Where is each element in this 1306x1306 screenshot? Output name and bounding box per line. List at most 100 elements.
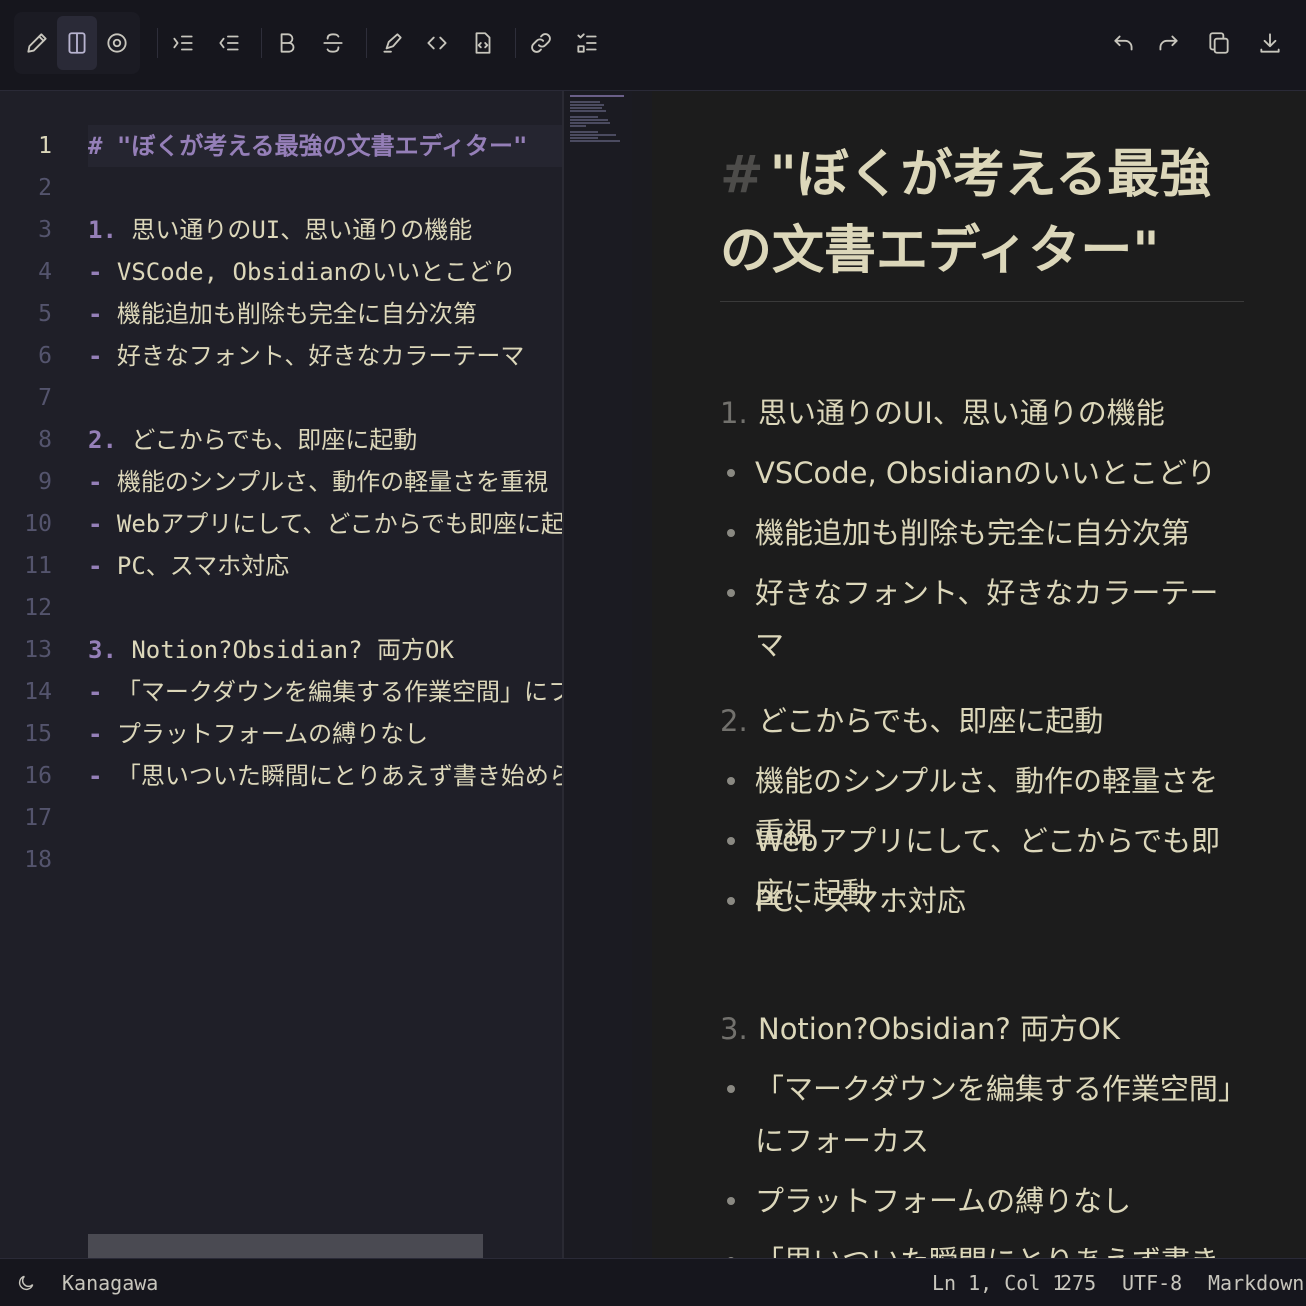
minimap-line — [570, 110, 606, 112]
line-number: 11 — [24, 553, 52, 579]
preview-bullet-text: 「思いついた瞬間にとりあえず書き始められ — [755, 1235, 1245, 1258]
indent-icon[interactable] — [163, 16, 203, 70]
eye-icon[interactable] — [97, 16, 137, 70]
bullet-icon — [727, 1197, 735, 1205]
editor-line[interactable]: - プラットフォームの縛りなし — [88, 713, 562, 755]
list-item-title: どこからでも、即座に起動 — [758, 704, 1104, 738]
editor-line[interactable] — [88, 797, 562, 839]
split-view-icon[interactable] — [57, 16, 97, 70]
minimap-line — [570, 140, 620, 142]
markdown-marker: - — [88, 258, 103, 286]
editor-line[interactable]: 3. Notion?Obsidian? 両方OK — [88, 629, 562, 671]
editor-lines[interactable]: # "ぼくが考える最強の文書エディター" 1. 思い通りのUI、思い通りの機能 - … — [88, 125, 562, 881]
line-text: 機能のシンプルさ、動作の軽量さを重視 — [102, 468, 549, 496]
markdown-marker: - — [88, 300, 103, 328]
code-icon[interactable] — [417, 16, 457, 70]
markdown-marker: - — [88, 510, 103, 538]
preview-bullet-text: PC、スマホ対応 — [755, 884, 966, 918]
list-item-title: Notion?Obsidian? 両方OK — [758, 1012, 1120, 1046]
preview-bullet-text: VSCode, Obsidianのいいとこどり — [755, 456, 1216, 490]
markdown-marker: - — [88, 720, 103, 748]
line-number: 17 — [24, 805, 52, 831]
markdown-marker: 3. — [88, 636, 117, 664]
preview-bullet-text: 機能追加も削除も完全に自分次第 — [755, 516, 1191, 550]
line-number: 5 — [38, 301, 52, 327]
bullet-icon — [727, 837, 735, 845]
code-block-icon[interactable] — [463, 16, 503, 70]
editor-line[interactable]: 1. 思い通りのUI、思い通りの機能 — [88, 209, 562, 251]
line-number: 3 — [38, 217, 52, 243]
encoding: UTF-8 — [1122, 1271, 1183, 1295]
editor-line[interactable]: - 機能のシンプルさ、動作の軽量さを重視 — [88, 461, 562, 503]
toolbar — [0, 0, 1306, 91]
list-item-title: 思い通りのUI、思い通りの機能 — [758, 396, 1165, 430]
line-text: 「マークダウンを編集する作業空間」にフォーカス — [116, 678, 562, 706]
cursor-position: Ln 1, Col 1 — [932, 1271, 1065, 1295]
minimap-line — [570, 122, 610, 124]
editor-line[interactable] — [88, 839, 562, 881]
horizontal-scrollbar[interactable] — [88, 1234, 483, 1258]
minimap-line — [570, 116, 598, 118]
link-icon[interactable] — [521, 16, 561, 70]
bullet-icon — [727, 777, 735, 785]
minimap-line — [570, 125, 586, 127]
minimap-line — [570, 119, 608, 121]
list-number: 2. — [720, 704, 748, 738]
line-number: 9 — [38, 469, 52, 495]
editor-line[interactable] — [88, 587, 562, 629]
line-text: プラットフォームの縛りなし — [102, 720, 429, 748]
character-count: 275 — [1060, 1271, 1097, 1295]
minimap-line — [570, 134, 616, 136]
line-number: 7 — [38, 385, 52, 411]
bold-icon[interactable] — [267, 16, 307, 70]
line-text: 好きなフォント、好きなカラーテーマ — [102, 342, 525, 370]
line-number: 2 — [38, 175, 52, 201]
editor-line[interactable]: - PC、スマホ対応 — [88, 545, 562, 587]
minimap-line — [570, 104, 604, 106]
line-number: 10 — [24, 511, 52, 537]
line-number: 18 — [24, 847, 52, 873]
undo-icon[interactable] — [1104, 16, 1144, 70]
line-number: 8 — [38, 427, 52, 453]
minimap[interactable] — [562, 91, 635, 1258]
editor-line[interactable]: - Webアプリにして、どこからでも即座に起動 — [88, 503, 562, 545]
bullet-icon — [727, 897, 735, 905]
redo-icon[interactable] — [1148, 16, 1188, 70]
editor-line[interactable] — [88, 377, 562, 419]
strikethrough-icon[interactable] — [313, 16, 353, 70]
editor-line[interactable]: - VSCode, Obsidianのいいとこどり — [88, 251, 562, 293]
editor-line[interactable]: - 「マークダウンを編集する作業空間」にフォーカス — [88, 671, 562, 713]
theme-name[interactable]: Kanagawa — [62, 1259, 158, 1306]
markdown-marker: - — [88, 552, 103, 580]
markdown-marker: - — [88, 468, 103, 496]
bullet-icon — [727, 589, 735, 597]
markdown-editor[interactable]: 1 2 3 4 5 6 7 8 9 10 11 12 13 14 15 16 17 18 # "ぼくが考える最強の… — [0, 91, 562, 1258]
line-text: VSCode, Obsidianのいいとこどり — [102, 258, 517, 286]
copy-icon[interactable] — [1199, 16, 1239, 70]
markdown-marker: - — [88, 762, 103, 790]
editor-line[interactable]: - 好きなフォント、好きなカラーテーマ — [88, 335, 562, 377]
preview-bullet-text: 「マークダウンを編集する作業空間」にフォーカス — [755, 1072, 1233, 1158]
line-text: どこからでも、即座に起動 — [116, 426, 418, 454]
markdown-marker: - — [88, 342, 103, 370]
line-number-gutter: 1 2 3 4 5 6 7 8 9 10 11 12 13 14 15 16 17 18 — [0, 125, 62, 881]
list-number: 1. — [720, 396, 748, 430]
download-icon[interactable] — [1250, 16, 1290, 70]
outdent-icon[interactable] — [209, 16, 249, 70]
bullet-icon — [727, 529, 735, 537]
editor-line[interactable]: 2. どこからでも、即座に起動 — [88, 419, 562, 461]
minimap-line — [570, 107, 602, 109]
editor-line[interactable] — [88, 167, 562, 209]
highlighter-icon[interactable] — [372, 16, 412, 70]
editor-line[interactable]: - 機能追加も削除も完全に自分次第 — [88, 293, 562, 335]
language-mode: Markdown — [1208, 1271, 1305, 1295]
moon-icon[interactable] — [16, 1259, 36, 1306]
toolbar-divider — [515, 28, 516, 58]
editor-line[interactable]: - 「思いついた瞬間にとりあえず書き始められる」を — [88, 755, 562, 797]
checklist-icon[interactable] — [567, 16, 607, 70]
editor-line[interactable]: # "ぼくが考える最強の文書エディター" — [88, 125, 562, 167]
pencil-icon[interactable] — [17, 16, 57, 70]
markdown-marker: 2. — [88, 426, 117, 454]
bullet-icon — [727, 1085, 735, 1093]
pane-divider[interactable] — [632, 91, 652, 1258]
